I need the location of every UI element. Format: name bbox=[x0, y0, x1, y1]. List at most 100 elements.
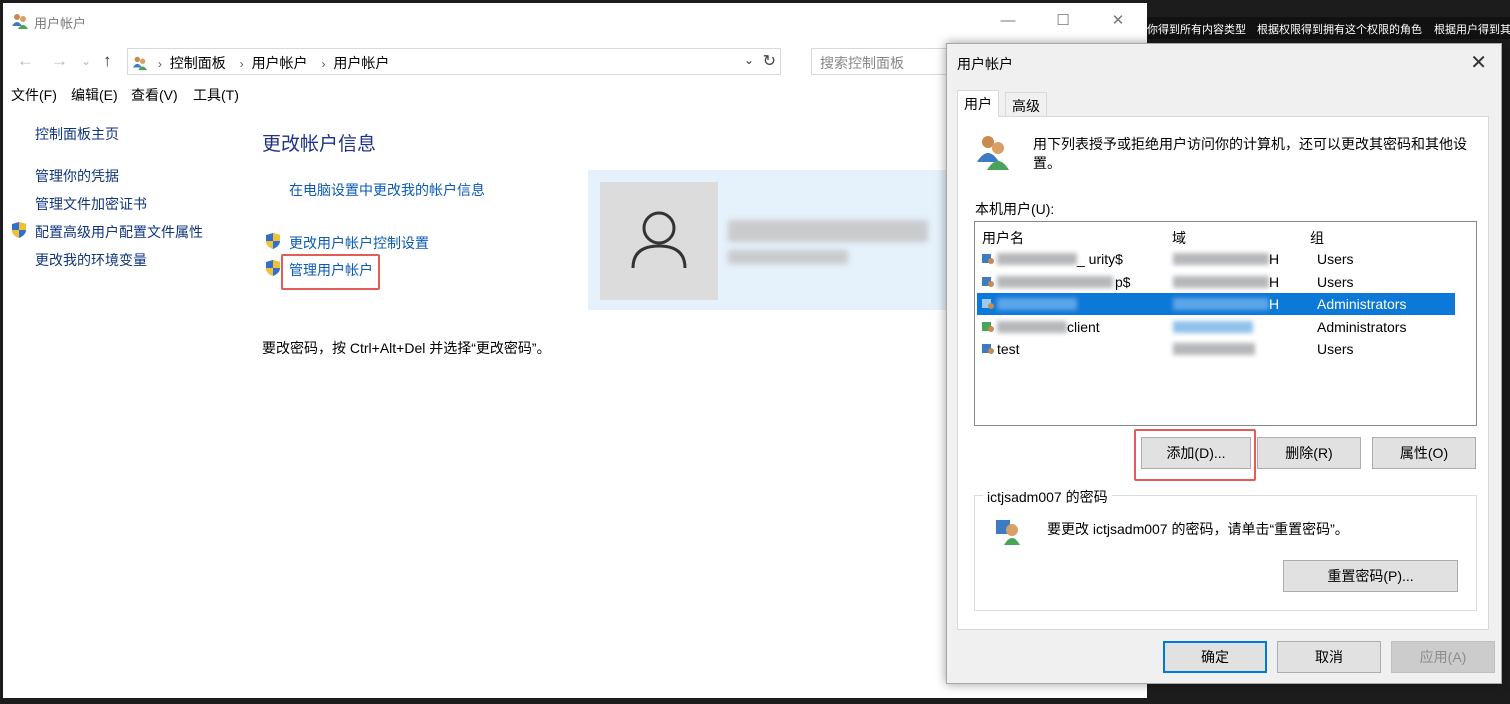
table-row[interactable]: _ urity$ H Users bbox=[977, 248, 1455, 270]
redacted-account-name bbox=[728, 220, 928, 242]
refresh-icon[interactable]: ↻ bbox=[763, 51, 776, 71]
password-note: 要改密码，按 Ctrl+Alt+Del 并选择“更改密码”。 bbox=[262, 340, 551, 356]
user-icon bbox=[982, 254, 994, 264]
background-tab[interactable]: 根据用户得到其 bbox=[1434, 21, 1510, 37]
chevron-down-icon[interactable]: ⌄ bbox=[744, 53, 754, 67]
uac-shield-icon bbox=[266, 260, 280, 276]
redacted-value bbox=[997, 298, 1077, 310]
redacted-value bbox=[1173, 276, 1269, 288]
sidebar-item-home[interactable]: 控制面板主页 bbox=[35, 124, 119, 144]
uac-shield-icon bbox=[266, 233, 280, 249]
properties-button[interactable]: 属性(O) bbox=[1372, 437, 1476, 469]
address-box[interactable]: › 控制面板 › 用户帐户 › 用户帐户 ⌄ ↻ bbox=[127, 48, 781, 75]
users-icon bbox=[132, 56, 148, 71]
background-app-tabs: 你得到所有内容类型 根据权限得到拥有这个权限的角色 根据用户得到其 bbox=[1147, 17, 1510, 39]
close-button[interactable]: ✕ bbox=[1095, 3, 1141, 39]
recent-chevron-icon[interactable]: ⌄ bbox=[81, 54, 91, 68]
user-key-icon bbox=[996, 520, 1020, 545]
background-tab[interactable]: 根据权限得到拥有这个权限的角色 bbox=[1257, 21, 1422, 37]
maximize-button[interactable]: ☐ bbox=[1040, 3, 1086, 39]
cell-group: Users bbox=[1317, 274, 1354, 290]
dialog-title: 用户帐户 bbox=[957, 56, 1013, 72]
menu-view[interactable]: 查看(V) bbox=[131, 85, 178, 105]
password-text: 要更改 ictjsadm007 的密码，请单击“重置密码”。 bbox=[1047, 521, 1349, 537]
sidebar-item-advanced-profile[interactable]: 配置高级用户配置文件属性 bbox=[35, 222, 203, 242]
menu-file[interactable]: 文件(F) bbox=[11, 85, 57, 105]
users-icon bbox=[12, 14, 28, 29]
chevron-right-icon: › bbox=[321, 57, 326, 71]
user-icon bbox=[982, 299, 994, 309]
redacted-value bbox=[997, 276, 1113, 288]
search-input[interactable]: 搜索控制面板 bbox=[811, 48, 951, 75]
cancel-button[interactable]: 取消 bbox=[1277, 641, 1381, 673]
redacted-account-type bbox=[728, 250, 848, 264]
sidebar-item-credentials[interactable]: 管理你的凭据 bbox=[35, 166, 119, 186]
column-header-username[interactable]: 用户名 bbox=[982, 228, 1024, 248]
window-title: 用户帐户 bbox=[34, 16, 87, 31]
apply-button[interactable]: 应用(A) bbox=[1391, 641, 1495, 673]
users-icon bbox=[977, 136, 1009, 170]
user-icon bbox=[982, 277, 994, 287]
column-header-group[interactable]: 组 bbox=[1310, 228, 1324, 248]
breadcrumb-item[interactable]: 控制面板 bbox=[170, 55, 226, 71]
sidebar-item-encryption-cert[interactable]: 管理文件加密证书 bbox=[35, 194, 147, 214]
tab-users[interactable]: 用户 bbox=[957, 90, 999, 117]
user-card bbox=[588, 170, 950, 310]
table-row-selected[interactable]: H Administrators bbox=[977, 293, 1455, 315]
user-accounts-dialog: 用户帐户 ✕ 用户 高级 用下列表授予或拒绝用户访问你的计算机，还可以更改其密码… bbox=[946, 43, 1502, 684]
local-users-label: 本机用户(U): bbox=[975, 201, 1055, 217]
column-header-domain[interactable]: 域 bbox=[1172, 228, 1186, 248]
uac-settings-link[interactable]: 更改用户帐户控制设置 bbox=[289, 233, 429, 253]
password-groupbox: ictjsadm007 的密码 bbox=[974, 487, 1477, 611]
cell-domain: H bbox=[1269, 274, 1280, 290]
cell-username: p$ bbox=[1115, 274, 1131, 290]
chevron-right-icon: › bbox=[239, 57, 244, 71]
redacted-value bbox=[1173, 298, 1269, 310]
user-silhouette-icon bbox=[631, 211, 687, 269]
user-icon bbox=[982, 322, 994, 332]
redacted-value bbox=[1173, 253, 1269, 265]
cell-group: Administrators bbox=[1317, 319, 1407, 335]
user-list[interactable]: 用户名 域 组 _ urity$ H Users p$ H Users H Ad… bbox=[974, 221, 1477, 426]
cell-group: Administrators bbox=[1317, 296, 1407, 312]
forward-arrow-icon[interactable]: → bbox=[51, 51, 68, 71]
add-user-button[interactable]: 添加(D)... bbox=[1141, 437, 1251, 469]
highlight-box bbox=[281, 254, 380, 290]
minimize-button[interactable]: — bbox=[985, 3, 1031, 39]
menu-tools[interactable]: 工具(T) bbox=[193, 85, 239, 105]
redacted-value bbox=[1173, 343, 1255, 355]
background-tab[interactable]: 你得到所有内容类型 bbox=[1147, 21, 1246, 37]
page-title: 更改帐户信息 bbox=[262, 134, 377, 155]
title-bar: 用户帐户 — ☐ ✕ bbox=[3, 3, 1147, 39]
cell-domain: H bbox=[1269, 296, 1280, 312]
table-row[interactable]: client Administrators bbox=[977, 316, 1455, 338]
remove-user-button[interactable]: 删除(R) bbox=[1257, 437, 1361, 469]
breadcrumb-item[interactable]: 用户帐户 bbox=[333, 55, 389, 71]
cell-group: Users bbox=[1317, 341, 1354, 357]
reset-password-button[interactable]: 重置密码(P)... bbox=[1283, 560, 1458, 592]
cell-username: _ urity$ bbox=[1077, 251, 1123, 267]
uac-shield-icon bbox=[12, 222, 26, 238]
cell-username: client bbox=[1067, 319, 1100, 335]
back-arrow-icon[interactable]: ← bbox=[17, 51, 34, 71]
breadcrumb-item[interactable]: 用户帐户 bbox=[252, 55, 308, 71]
cell-username: test bbox=[997, 341, 1020, 357]
avatar bbox=[600, 182, 718, 300]
ok-button[interactable]: 确定 bbox=[1163, 641, 1267, 673]
close-icon[interactable]: ✕ bbox=[1470, 50, 1487, 75]
table-row[interactable]: p$ H Users bbox=[977, 271, 1455, 293]
password-group-label: ictjsadm007 的密码 bbox=[983, 487, 1112, 507]
user-icon bbox=[982, 344, 994, 354]
sidebar-item-env-vars[interactable]: 更改我的环境变量 bbox=[35, 250, 147, 270]
tab-advanced[interactable]: 高级 bbox=[1005, 92, 1047, 117]
chevron-right-icon: › bbox=[157, 57, 162, 71]
pc-settings-link[interactable]: 在电脑设置中更改我的帐户信息 bbox=[289, 180, 485, 200]
intro-text: 用下列表授予或拒绝用户访问你的计算机，还可以更改其密码和其他设置。 bbox=[1033, 136, 1467, 171]
breadcrumb: › 控制面板 › 用户帐户 › 用户帐户 bbox=[132, 53, 393, 73]
redacted-value bbox=[997, 321, 1067, 333]
up-arrow-icon[interactable]: ↑ bbox=[103, 51, 112, 71]
cell-group: Users bbox=[1317, 251, 1354, 267]
table-row[interactable]: test Users bbox=[977, 338, 1455, 360]
menu-edit[interactable]: 编辑(E) bbox=[71, 85, 118, 105]
redacted-value bbox=[997, 253, 1077, 265]
